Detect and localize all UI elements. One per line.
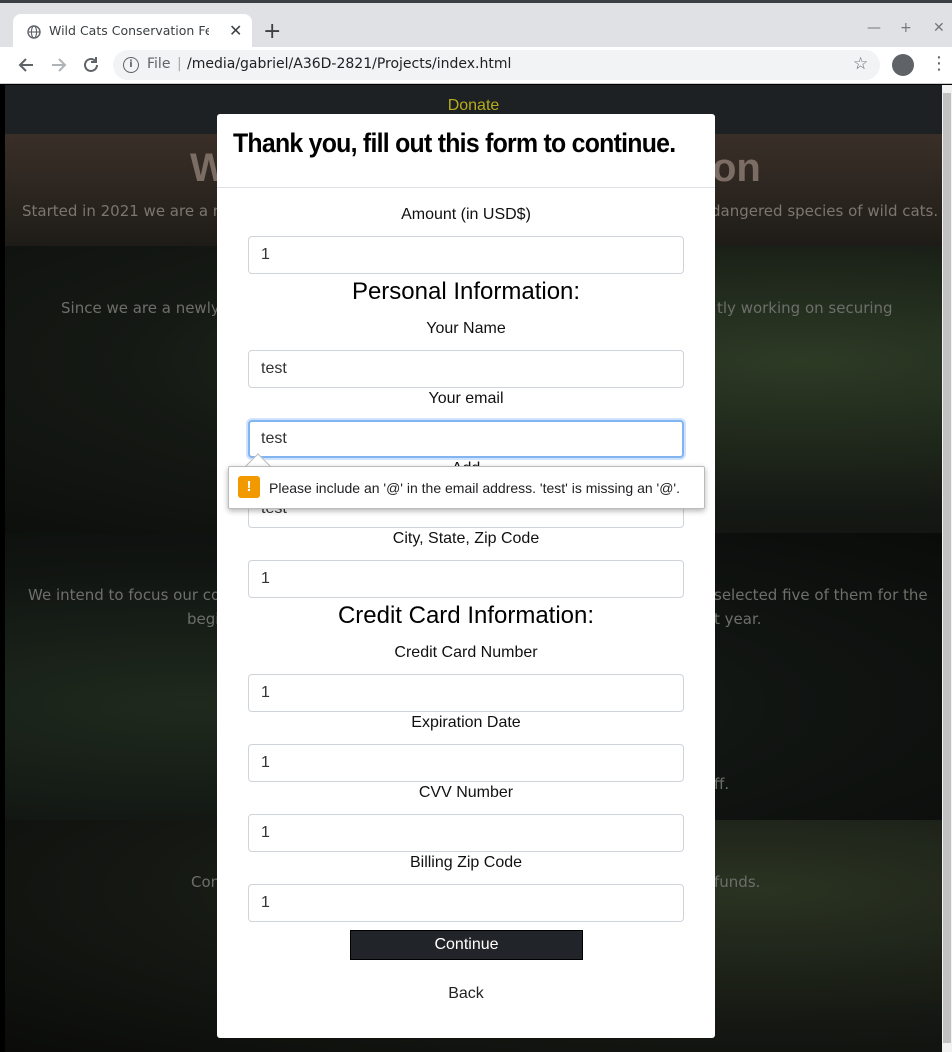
amount-field[interactable] [248,236,684,274]
modal-header: Thank you, fill out this form to continu… [217,114,715,188]
validation-tooltip: ! Please include an '@' in the email add… [228,466,705,509]
continue-button[interactable]: Continue [350,930,583,960]
browser-toolbar: i File | /media/gabriel/A36D-2821/Projec… [0,47,952,84]
donate-link[interactable]: Donate [5,97,942,115]
hero-subtitle-right: dangered species of wild cats. [711,202,939,220]
expiration-field[interactable] [248,744,684,782]
back-button[interactable]: Back [217,985,715,1003]
section-text: begi [187,610,220,628]
city-state-zip-label: City, State, Zip Code [392,530,540,547]
modal-title: Thank you, fill out this form to continu… [233,128,676,158]
billing-zip-field[interactable] [248,884,684,922]
cc-number-label: Credit Card Number [394,644,538,661]
minimize-icon[interactable]: — [867,20,881,36]
tab-strip: Wild Cats Conservation Federation ✕ + — … [0,0,952,50]
globe-icon [27,25,41,39]
profile-icon[interactable] [892,54,914,76]
close-window-icon[interactable]: ✕ [933,20,945,36]
section-text: tly working on securing [717,299,893,317]
section-text: Since we are a newly s [61,299,233,317]
donation-modal: Thank you, fill out this form to continu… [217,114,715,1038]
tab-title: Wild Cats Conservation Federation [49,23,209,38]
email-label: Your email [428,390,504,407]
cvv-label: CVV Number [418,784,514,801]
star-icon[interactable]: ☆ [853,54,868,74]
cvv-field[interactable] [248,814,684,852]
warning-icon: ! [238,476,260,498]
billing-zip-label: Billing Zip Code [409,854,523,871]
cc-number-field[interactable] [248,674,684,712]
validation-message: Please include an '@' in the email addre… [269,480,680,496]
info-icon[interactable]: i [123,57,139,73]
file-label: File [147,56,171,72]
section-text: ff. [714,775,730,793]
city-state-zip-field[interactable] [248,560,684,598]
new-tab-button[interactable]: + [263,20,281,44]
forward-arrow-icon[interactable] [50,56,68,74]
expiration-label: Expiration Date [411,714,521,731]
address-bar[interactable]: i File | /media/gabriel/A36D-2821/Projec… [113,50,880,80]
separator: | [177,56,182,72]
email-field[interactable] [248,420,684,458]
section-text: selected five of them for the [714,586,928,604]
section-text: funds. [714,873,761,891]
browser-tab[interactable]: Wild Cats Conservation Federation ✕ [13,14,252,50]
credit-card-heading: Credit Card Information: [337,602,595,629]
personal-info-heading: Personal Information: [351,278,581,305]
name-label: Your Name [426,320,506,337]
maximize-icon[interactable]: + [900,20,912,36]
name-field[interactable] [248,350,684,388]
hero-title-right: on [712,146,761,190]
section-text: Con [191,873,221,891]
url-text[interactable]: /media/gabriel/A36D-2821/Projects/index.… [187,56,511,72]
menu-icon[interactable]: ⋮ [930,53,948,74]
hero-subtitle-left: Started in 2021 we are a ne [22,202,232,220]
scrollbar-thumb[interactable] [943,93,951,1043]
amount-label: Amount (in USD$) [401,206,531,223]
section-text: We intend to focus our co [28,586,221,604]
back-arrow-icon[interactable] [17,56,35,74]
section-text: t year. [714,610,762,628]
tab-close-icon[interactable]: ✕ [229,21,242,41]
reload-icon[interactable] [82,56,100,74]
